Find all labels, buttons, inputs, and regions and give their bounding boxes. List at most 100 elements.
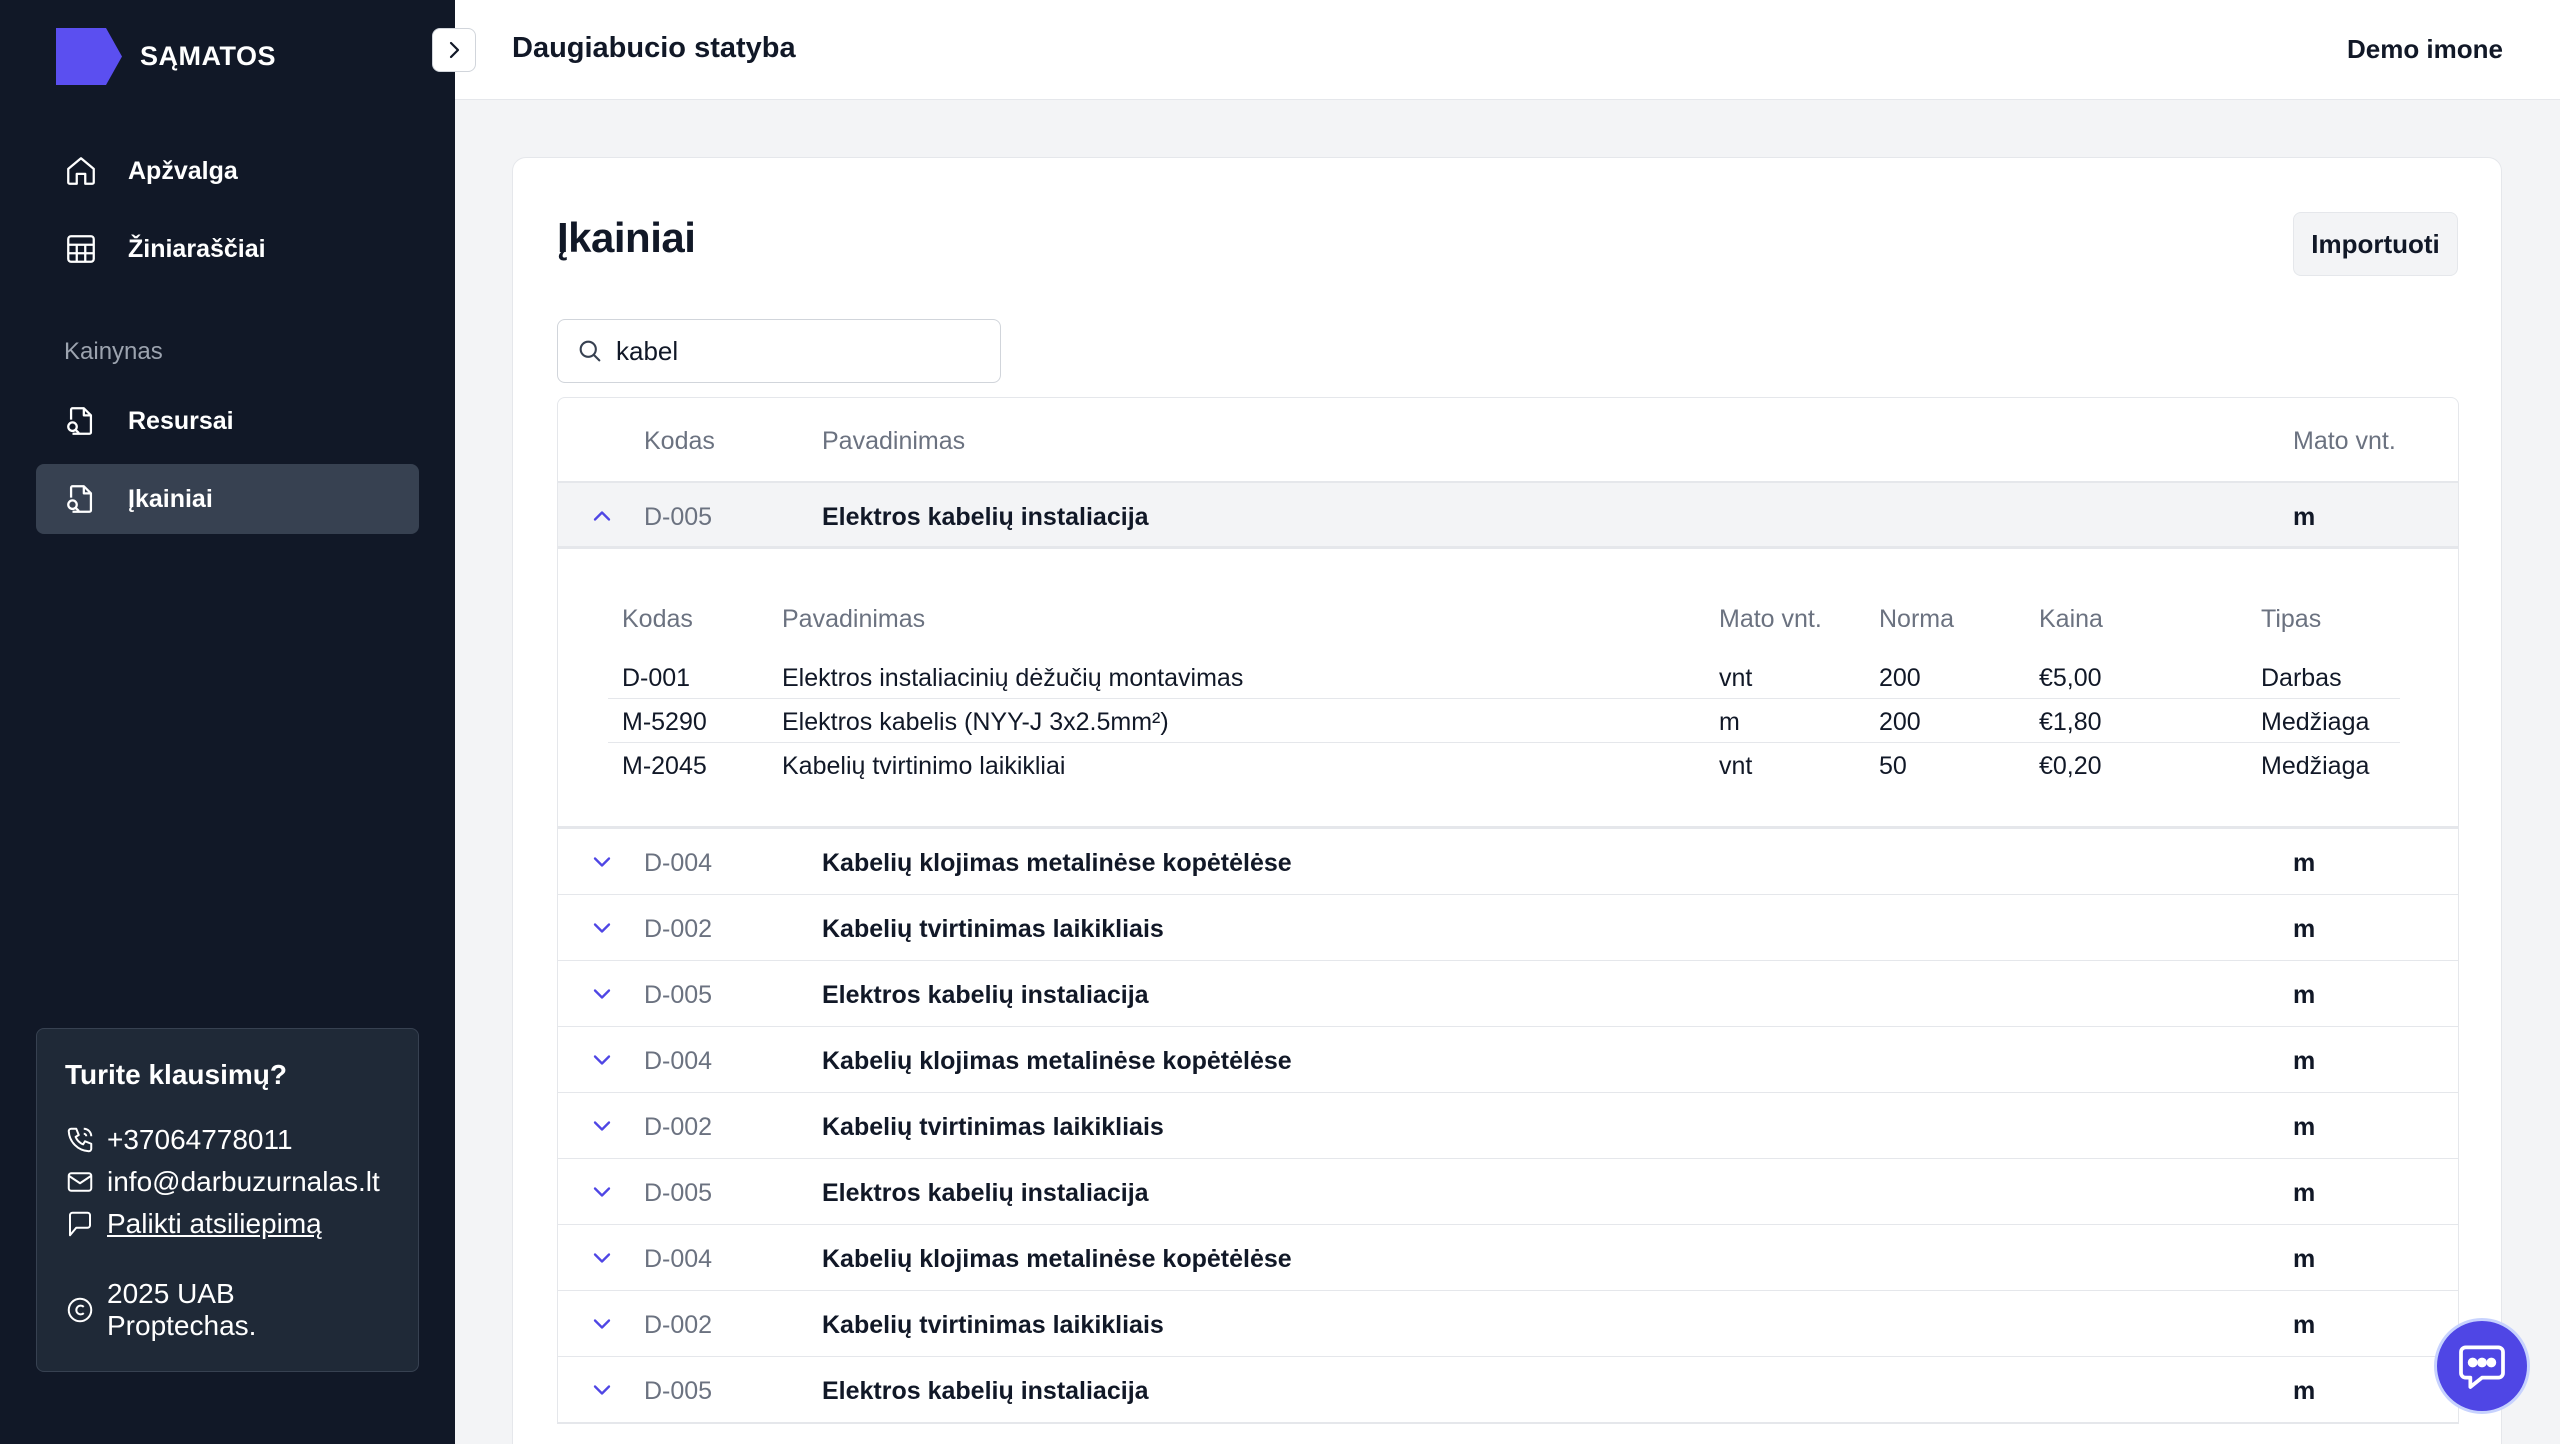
row-name: Kabelių tvirtinimas laikikliais [822,1113,1164,1141]
sub-price: €1,80 [2039,708,2102,736]
row-code: D-005 [644,981,713,1009]
column-header-code[interactable]: Kodas [644,427,715,456]
nav-item-resources[interactable]: Resursai [36,386,419,456]
rates-table: Kodas Pavadinimas Mato vnt. D-005 Elektr… [557,397,2459,1424]
row-name: Elektros kabelių instaliacija [822,1179,1149,1207]
sub-header-price: Kaina [2039,605,2103,633]
help-title: Turite klausimų? [65,1059,287,1090]
chevron-down-icon[interactable] [588,1112,616,1140]
sub-row: M-2045 Kabelių tvirtinimo laikikliai vnt… [608,743,2400,787]
row-unit: m [2293,1311,2316,1339]
chat-button[interactable] [2434,1318,2530,1414]
table-row[interactable]: D-005 Elektros kabelių instaliacija m [558,961,2458,1027]
logo[interactable]: SĄMATOS [56,28,276,85]
chevron-down-icon[interactable] [588,980,616,1008]
sidebar-toggle-button[interactable] [432,28,476,72]
mail-icon [67,1172,93,1192]
row-name: Kabelių tvirtinimas laikikliais [822,1311,1164,1339]
row-unit: m [2293,981,2316,1009]
row-unit: m [2293,849,2316,877]
company-name[interactable]: Demo imone [2347,34,2503,65]
row-unit: m [2293,1245,2316,1273]
row-name: Elektros kabelių instaliacija [822,981,1149,1009]
feedback-icon [69,1211,91,1237]
nav-item-sheets[interactable]: Žiniaraščiai [36,214,419,284]
email-address: info@darbuzurnalas.lt [107,1166,380,1197]
table-row[interactable]: D-005 Elektros kabelių instaliacija m [558,483,2458,549]
row-name: Kabelių klojimas metalinėse kopėtėlėse [822,849,1292,877]
chevron-down-icon[interactable] [588,1244,616,1272]
document-search-icon [67,407,93,435]
sub-type: Darbas [2261,664,2342,692]
project-title[interactable]: Daugiabucio statyba [512,32,796,65]
table-row[interactable]: D-004 Kabelių klojimas metalinėse kopėtė… [558,1027,2458,1093]
row-name: Kabelių klojimas metalinėse kopėtėlėse [822,1245,1292,1273]
sub-header-norm: Norma [1879,605,1955,633]
sub-type: Medžiaga [2261,708,2370,736]
sub-norm: 50 [1879,752,1907,780]
search-box[interactable] [557,319,1001,383]
row-code: D-005 [644,1377,713,1405]
table-row[interactable]: D-002 Kabelių tvirtinimas laikikliais m [558,1093,2458,1159]
row-details: Kodas Pavadinimas Mato vnt. Norma Kaina … [558,549,2458,829]
sub-code: M-5290 [622,708,707,736]
row-code: D-002 [644,1113,713,1141]
help-feedback[interactable]: Palikti atsiliepimą [65,1203,390,1245]
column-header-name[interactable]: Pavadinimas [822,427,965,456]
row-name: Elektros kabelių instaliacija [822,1377,1149,1405]
page-title: Įkainiai [557,214,696,261]
chevron-down-icon[interactable] [588,914,616,942]
sub-header-name: Pavadinimas [782,605,926,633]
import-button[interactable]: Importuoti [2293,212,2458,276]
logo-text: SĄMATOS [140,41,277,71]
sub-price: €0,20 [2039,752,2102,780]
search-icon [579,340,601,362]
sub-row: D-001 Elektros instaliacinių dėžučių mon… [608,655,2400,699]
row-code: D-002 [644,1311,713,1339]
chat-bubble-icon [2459,1345,2505,1389]
help-phone[interactable]: +37064778011 [65,1119,390,1161]
row-unit: m [2293,915,2316,943]
phone-icon [67,1127,93,1153]
search-input[interactable] [616,335,996,367]
table-row[interactable]: D-005 Elektros kabelių instaliacija m [558,1159,2458,1225]
nav-item-overview[interactable]: Apžvalga [36,136,419,206]
column-header-unit[interactable]: Mato vnt. [2293,427,2396,456]
help-copyright: 2025 UAB Proptechas. [65,1278,390,1341]
copyright-text: 2025 UAB Proptechas. [107,1278,257,1341]
help-email[interactable]: info@darbuzurnalas.lt [65,1161,390,1203]
sub-header-unit: Mato vnt. [1719,605,1822,633]
chevron-down-icon[interactable] [588,1046,616,1074]
chevron-down-icon[interactable] [588,848,616,876]
top-bar: Daugiabucio statyba Demo imone [455,0,2560,100]
table-row[interactable]: D-005 Elektros kabelių instaliacija m [558,1357,2458,1423]
chevron-down-icon[interactable] [588,1310,616,1338]
document-search-icon [67,485,93,513]
sub-header-code: Kodas [622,605,693,633]
table-row[interactable]: D-002 Kabelių tvirtinimas laikikliais m [558,895,2458,961]
row-code: D-002 [644,915,713,943]
table-row[interactable]: D-004 Kabelių klojimas metalinėse kopėtė… [558,1225,2458,1291]
row-unit: m [2293,1179,2316,1207]
row-unit: m [2293,1047,2316,1075]
nav-item-label: Žiniaraščiai [128,234,266,263]
pricelist-nav: Kainynas Resursai Įkainiai [36,332,419,534]
sub-type: Medžiaga [2261,752,2370,780]
row-code: D-004 [644,849,713,877]
nav-section-label: Kainynas [64,338,163,365]
nav-item-rates[interactable]: Įkainiai [36,464,419,534]
table-row[interactable]: D-002 Kabelių tvirtinimas laikikliais m [558,1291,2458,1357]
sub-unit: vnt [1719,752,1753,780]
chevron-up-icon[interactable] [588,502,616,530]
help-card: Turite klausimų? +37064778011 info@darbu… [36,1028,419,1372]
sub-code: M-2045 [622,752,707,780]
table-row[interactable]: D-004 Kabelių klojimas metalinėse kopėtė… [558,829,2458,895]
chevron-down-icon[interactable] [588,1376,616,1404]
sub-header-type: Tipas [2261,605,2322,633]
row-name: Kabelių klojimas metalinėse kopėtėlėse [822,1047,1292,1075]
sub-norm: 200 [1879,708,1921,736]
feedback-link[interactable]: Palikti atsiliepimą [107,1208,322,1240]
chevron-down-icon[interactable] [588,1178,616,1206]
row-unit: m [2293,503,2316,531]
row-code: D-004 [644,1047,713,1075]
